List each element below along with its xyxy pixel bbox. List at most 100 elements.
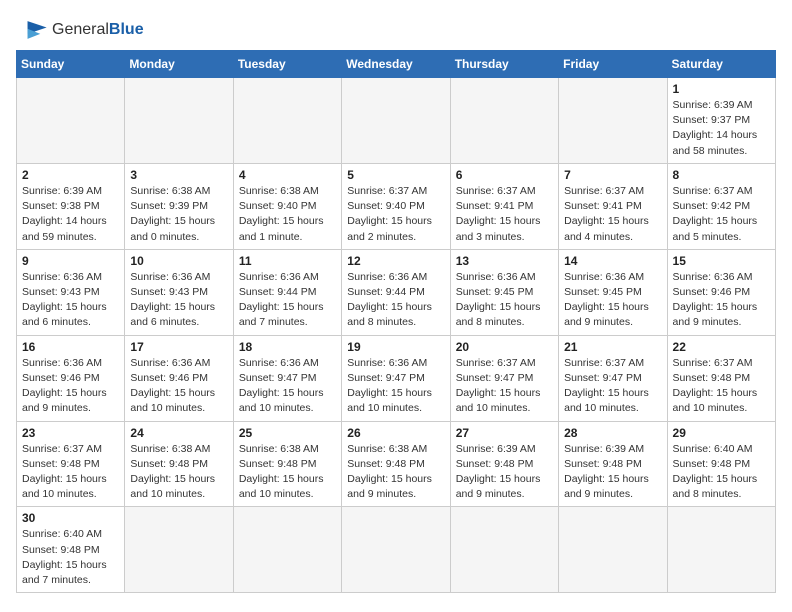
calendar-cell: 28Sunrise: 6:39 AMSunset: 9:48 PMDayligh… [559, 421, 667, 507]
day-number: 26 [347, 426, 444, 440]
day-info: Sunrise: 6:36 AMSunset: 9:44 PMDaylight:… [347, 270, 444, 331]
weekday-header-wednesday: Wednesday [342, 51, 450, 78]
calendar-cell [17, 78, 125, 164]
day-number: 28 [564, 426, 661, 440]
day-info: Sunrise: 6:38 AMSunset: 9:39 PMDaylight:… [130, 184, 227, 245]
calendar-cell: 15 Sunrise: 6:36 AMSunset: 9:46 PMDayligh… [667, 249, 775, 335]
day-number: 19 [347, 340, 444, 354]
calendar-cell [450, 507, 558, 593]
calendar-week-row: 23Sunrise: 6:37 AMSunset: 9:48 PMDayligh… [17, 421, 776, 507]
calendar-week-row: 9 Sunrise: 6:36 AMSunset: 9:43 PMDaylight… [17, 249, 776, 335]
day-info: Sunrise: 6:36 AMSunset: 9:45 PMDaylight:… [456, 270, 553, 331]
day-info: Sunrise: 6:36 AMSunset: 9:47 PMDaylight:… [347, 356, 444, 417]
day-number: 3 [130, 168, 227, 182]
day-number: 27 [456, 426, 553, 440]
day-info: Sunrise: 6:38 AMSunset: 9:48 PMDaylight:… [347, 442, 444, 503]
day-number: 25 [239, 426, 336, 440]
day-info: Sunrise: 6:38 AMSunset: 9:40 PMDaylight:… [239, 184, 336, 245]
calendar-cell [342, 78, 450, 164]
calendar-cell: 8Sunrise: 6:37 AMSunset: 9:42 PMDaylight… [667, 163, 775, 249]
day-number: 9 [22, 254, 119, 268]
day-info: Sunrise: 6:36 AMSunset: 9:45 PMDaylight:… [564, 270, 661, 331]
calendar-week-row: 1 Sunrise: 6:39 AMSunset: 9:37 PMDaylight… [17, 78, 776, 164]
calendar-cell: 29Sunrise: 6:40 AMSunset: 9:48 PMDayligh… [667, 421, 775, 507]
logo-text: GeneralBlue [52, 21, 144, 39]
weekday-header-monday: Monday [125, 51, 233, 78]
day-info: Sunrise: 6:36 AMSunset: 9:47 PMDaylight:… [239, 356, 336, 417]
day-number: 22 [673, 340, 770, 354]
day-info: Sunrise: 6:39 AMSunset: 9:38 PMDaylight:… [22, 184, 119, 245]
generalblue-logo-icon [16, 16, 48, 44]
day-number: 14 [564, 254, 661, 268]
day-number: 23 [22, 426, 119, 440]
calendar-cell: 30 Sunrise: 6:40 AMSunset: 9:48 PMDayligh… [17, 507, 125, 593]
day-info: Sunrise: 6:37 AMSunset: 9:48 PMDaylight:… [673, 356, 770, 417]
calendar-cell: 5Sunrise: 6:37 AMSunset: 9:40 PMDaylight… [342, 163, 450, 249]
calendar-cell: 21 Sunrise: 6:37 AMSunset: 9:47 PMDayligh… [559, 335, 667, 421]
calendar-cell: 17Sunrise: 6:36 AMSunset: 9:46 PMDayligh… [125, 335, 233, 421]
calendar-cell [342, 507, 450, 593]
calendar-cell: 20 Sunrise: 6:37 AMSunset: 9:47 PMDayligh… [450, 335, 558, 421]
weekday-header-thursday: Thursday [450, 51, 558, 78]
day-info: Sunrise: 6:37 AMSunset: 9:41 PMDaylight:… [564, 184, 661, 245]
day-info: Sunrise: 6:37 AMSunset: 9:47 PMDaylight:… [456, 356, 553, 417]
weekday-header-tuesday: Tuesday [233, 51, 341, 78]
weekday-header-sunday: Sunday [17, 51, 125, 78]
day-number: 8 [673, 168, 770, 182]
day-number: 5 [347, 168, 444, 182]
weekday-header-row: SundayMondayTuesdayWednesdayThursdayFrid… [17, 51, 776, 78]
calendar-cell: 11 Sunrise: 6:36 AMSunset: 9:44 PMDayligh… [233, 249, 341, 335]
calendar-cell: 9 Sunrise: 6:36 AMSunset: 9:43 PMDaylight… [17, 249, 125, 335]
day-info: Sunrise: 6:39 AMSunset: 9:37 PMDaylight:… [673, 98, 770, 159]
day-info: Sunrise: 6:36 AMSunset: 9:46 PMDaylight:… [22, 356, 119, 417]
weekday-header-friday: Friday [559, 51, 667, 78]
header: GeneralBlue [16, 16, 776, 44]
calendar-cell [559, 78, 667, 164]
day-number: 16 [22, 340, 119, 354]
calendar-cell: 16 Sunrise: 6:36 AMSunset: 9:46 PMDayligh… [17, 335, 125, 421]
calendar-cell: 7Sunrise: 6:37 AMSunset: 9:41 PMDaylight… [559, 163, 667, 249]
calendar-cell [559, 507, 667, 593]
day-number: 15 [673, 254, 770, 268]
day-info: Sunrise: 6:36 AMSunset: 9:43 PMDaylight:… [22, 270, 119, 331]
calendar-cell: 14 Sunrise: 6:36 AMSunset: 9:45 PMDayligh… [559, 249, 667, 335]
day-number: 20 [456, 340, 553, 354]
calendar-cell [450, 78, 558, 164]
day-number: 2 [22, 168, 119, 182]
weekday-header-saturday: Saturday [667, 51, 775, 78]
day-number: 24 [130, 426, 227, 440]
day-info: Sunrise: 6:36 AMSunset: 9:46 PMDaylight:… [673, 270, 770, 331]
calendar-cell: 19 Sunrise: 6:36 AMSunset: 9:47 PMDayligh… [342, 335, 450, 421]
calendar-cell [125, 78, 233, 164]
day-number: 12 [347, 254, 444, 268]
day-info: Sunrise: 6:39 AMSunset: 9:48 PMDaylight:… [456, 442, 553, 503]
calendar-cell: 18Sunrise: 6:36 AMSunset: 9:47 PMDayligh… [233, 335, 341, 421]
day-number: 4 [239, 168, 336, 182]
calendar-cell: 13Sunrise: 6:36 AMSunset: 9:45 PMDayligh… [450, 249, 558, 335]
calendar-week-row: 16 Sunrise: 6:36 AMSunset: 9:46 PMDayligh… [17, 335, 776, 421]
day-number: 11 [239, 254, 336, 268]
calendar-cell: 2 Sunrise: 6:39 AMSunset: 9:38 PMDaylight… [17, 163, 125, 249]
calendar-cell [667, 507, 775, 593]
calendar-cell: 24 Sunrise: 6:38 AMSunset: 9:48 PMDayligh… [125, 421, 233, 507]
day-info: Sunrise: 6:40 AMSunset: 9:48 PMDaylight:… [22, 527, 119, 588]
day-info: Sunrise: 6:37 AMSunset: 9:41 PMDaylight:… [456, 184, 553, 245]
day-number: 21 [564, 340, 661, 354]
day-number: 6 [456, 168, 553, 182]
day-info: Sunrise: 6:38 AMSunset: 9:48 PMDaylight:… [130, 442, 227, 503]
day-number: 30 [22, 511, 119, 525]
calendar-cell: 6 Sunrise: 6:37 AMSunset: 9:41 PMDaylight… [450, 163, 558, 249]
day-number: 1 [673, 82, 770, 96]
day-info: Sunrise: 6:37 AMSunset: 9:47 PMDaylight:… [564, 356, 661, 417]
calendar-cell: 1 Sunrise: 6:39 AMSunset: 9:37 PMDaylight… [667, 78, 775, 164]
logo: GeneralBlue [16, 16, 144, 44]
calendar-week-row: 2 Sunrise: 6:39 AMSunset: 9:38 PMDaylight… [17, 163, 776, 249]
day-info: Sunrise: 6:36 AMSunset: 9:46 PMDaylight:… [130, 356, 227, 417]
calendar-cell: 12 Sunrise: 6:36 AMSunset: 9:44 PMDayligh… [342, 249, 450, 335]
calendar-cell: 10Sunrise: 6:36 AMSunset: 9:43 PMDayligh… [125, 249, 233, 335]
calendar-week-row: 30 Sunrise: 6:40 AMSunset: 9:48 PMDayligh… [17, 507, 776, 593]
day-number: 10 [130, 254, 227, 268]
calendar-cell [125, 507, 233, 593]
calendar-cell: 3 Sunrise: 6:38 AMSunset: 9:39 PMDaylight… [125, 163, 233, 249]
day-info: Sunrise: 6:36 AMSunset: 9:44 PMDaylight:… [239, 270, 336, 331]
